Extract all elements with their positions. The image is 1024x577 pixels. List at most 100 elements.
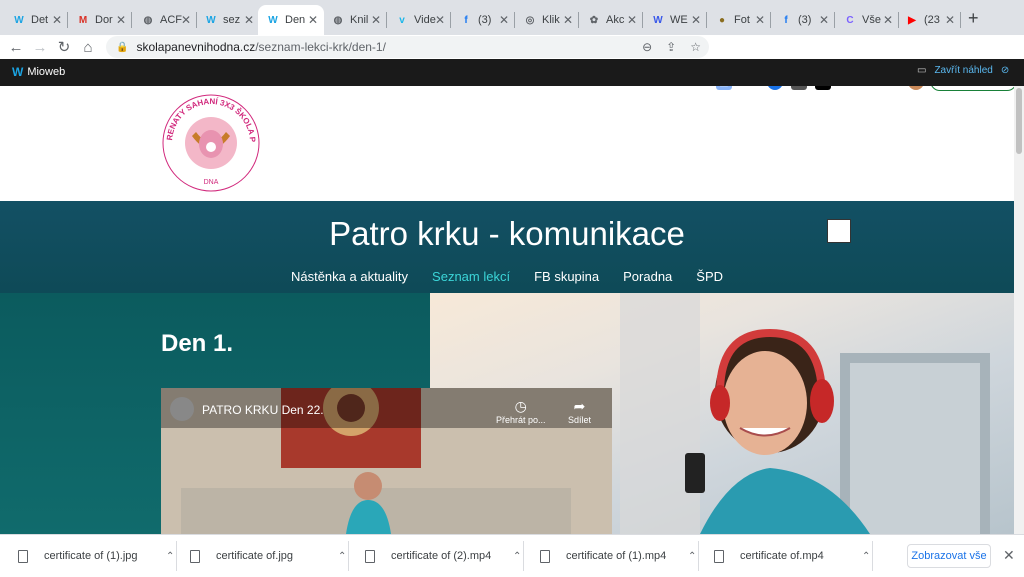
close-tab-icon[interactable]: ✕ <box>116 13 126 27</box>
page-scrollbar[interactable] <box>1014 86 1024 534</box>
tab[interactable]: ◍ ACF ✕ <box>133 5 197 35</box>
download-item[interactable]: certificate of (1).jpg ⌃ <box>18 535 178 577</box>
tab[interactable]: ◍ Knil ✕ <box>323 5 387 35</box>
preview-controls: ▭ Zavřít náhled ⊘ <box>917 65 1009 76</box>
chevron-up-icon[interactable]: ⌃ <box>862 551 870 562</box>
download-item[interactable]: certificate of.jpg ⌃ <box>190 535 350 577</box>
user-avatar[interactable] <box>827 219 851 243</box>
file-icon <box>540 549 550 563</box>
close-tab-icon[interactable]: ✕ <box>308 13 318 27</box>
tab[interactable]: ✿ Akc ✕ <box>579 5 643 35</box>
address-bar[interactable]: 🔒 skolapanevnihodna.cz/seznam-lekci-krk/… <box>106 36 709 58</box>
tab[interactable]: f (3) ✕ <box>451 5 515 35</box>
home-button[interactable]: ⌂ <box>76 39 100 56</box>
mioweb-icon: W <box>12 65 24 79</box>
download-item[interactable]: certificate of (1).mp4 ⌃ <box>540 535 700 577</box>
chevron-up-icon[interactable]: ⌃ <box>513 551 521 562</box>
tab[interactable]: v Vide ✕ <box>387 5 451 35</box>
close-tab-icon[interactable]: ✕ <box>945 13 955 27</box>
globe-icon: ◍ <box>333 14 343 26</box>
file-icon <box>714 549 724 563</box>
tab-separator <box>131 12 132 28</box>
nav-item[interactable]: Seznam lekcí <box>432 269 510 284</box>
tab[interactable]: W Det ✕ <box>4 5 68 35</box>
bookmark-star-icon[interactable]: ☆ <box>690 40 701 54</box>
tab[interactable]: ▶ (23 ✕ <box>897 5 961 35</box>
page-content: RENATY SAHANÍ 3X3 ŠKOLA PÁNEVNÍHO DNA DN… <box>0 86 1014 534</box>
zoom-icon[interactable]: ⊖ <box>642 40 652 54</box>
nav-item[interactable]: FB skupina <box>534 269 599 284</box>
close-tab-icon[interactable]: ✕ <box>181 13 191 27</box>
new-tab-button[interactable]: + <box>968 8 979 29</box>
close-tab-icon[interactable]: ✕ <box>371 13 381 27</box>
tab[interactable]: f (3) ✕ <box>771 5 835 35</box>
file-icon <box>365 549 375 563</box>
video-player[interactable]: PATRO KRKU Den 22. ◷ Přehrát po... ➦ Sdíle… <box>161 388 612 534</box>
lesson-heading: Den 1. <box>161 330 234 357</box>
chevron-up-icon[interactable]: ⌃ <box>688 551 696 562</box>
nav-item[interactable]: Nástěnka a aktuality <box>291 269 408 284</box>
mioweb-icon: W <box>268 14 278 26</box>
download-filename: certificate of (1).mp4 <box>566 550 667 562</box>
reload-button[interactable]: ↻ <box>52 38 76 56</box>
school-logo[interactable]: RENATY SAHANÍ 3X3 ŠKOLA PÁNEVNÍHO DNA DN… <box>160 92 262 194</box>
nav-item[interactable]: Poradna <box>623 269 672 284</box>
file-icon <box>190 549 200 563</box>
close-tab-icon[interactable]: ✕ <box>244 13 254 27</box>
close-tab-icon[interactable]: ✕ <box>435 13 445 27</box>
wordpress-icon: W <box>653 14 663 26</box>
facebook-icon: f <box>784 14 788 26</box>
tab[interactable]: W WE ✕ <box>643 5 707 35</box>
back-button[interactable]: ← <box>4 39 28 56</box>
main-nav: Nástěnka a aktuality Seznam lekcí FB skupi… <box>0 269 1014 284</box>
tab-separator <box>960 12 961 28</box>
download-separator <box>176 541 177 571</box>
download-item[interactable]: certificate of.mp4 ⌃ <box>714 535 874 577</box>
close-tab-icon[interactable]: ✕ <box>563 13 573 27</box>
close-tab-icon[interactable]: ✕ <box>819 13 829 27</box>
chevron-up-icon[interactable]: ⌃ <box>166 551 174 562</box>
tab[interactable]: ● Fot ✕ <box>707 5 771 35</box>
tab[interactable]: Wsez ✕ <box>196 5 260 35</box>
forward-button[interactable]: → <box>28 39 52 56</box>
close-tab-icon[interactable]: ✕ <box>627 13 637 27</box>
tab[interactable]: ◎ Klik ✕ <box>515 5 579 35</box>
download-shelf: Zobrazovat vše ✕ certificate of (1).jpg ⌃… <box>0 534 1024 576</box>
share-button[interactable]: ➦ Sdílet <box>568 398 591 425</box>
vimeo-icon: v <box>399 14 405 26</box>
clock-icon: ◷ <box>514 398 527 414</box>
download-separator <box>872 541 873 571</box>
share-arrow-icon: ➦ <box>573 398 586 414</box>
browser-toolbar: ← → ↻ ⌂ 🔒 skolapanevnihodna.cz/seznam-le… <box>0 35 1024 91</box>
chevron-up-icon[interactable]: ⌃ <box>338 551 346 562</box>
download-separator <box>348 541 349 571</box>
scrollbar-thumb[interactable] <box>1016 88 1022 154</box>
close-tab-icon[interactable]: ✕ <box>691 13 701 27</box>
mioweb-icon: W <box>14 14 24 26</box>
tab-strip: + W Det ✕ M Dor ✕ ◍ ACF ✕ Wsez ✕ W Den ✕ ◍ Knil ✕ v Vide ✕ f… <box>0 0 1024 35</box>
show-all-downloads-button[interactable]: Zobrazovat vše <box>907 544 991 568</box>
close-tab-icon[interactable]: ✕ <box>499 13 509 27</box>
page-title: Patro krku - komunikace <box>329 215 685 252</box>
close-preview-link[interactable]: Zavřít náhled <box>934 65 992 76</box>
mioweb-bar: W Mioweb ▭ Zavřít náhled ⊘ <box>0 59 1024 86</box>
eye-off-icon[interactable]: ⊘ <box>1001 65 1009 76</box>
nav-item[interactable]: ŠPD <box>696 269 723 284</box>
tab[interactable]: W Den ✕ <box>258 5 324 35</box>
mioweb-logo[interactable]: W Mioweb <box>12 65 65 79</box>
close-tab-icon[interactable]: ✕ <box>755 13 765 27</box>
download-separator <box>698 541 699 571</box>
klik-icon: ◎ <box>525 14 535 26</box>
video-title[interactable]: PATRO KRKU Den 22. <box>202 403 324 417</box>
close-tab-icon[interactable]: ✕ <box>883 13 893 27</box>
tab[interactable]: C Vše ✕ <box>835 5 899 35</box>
mioweb-icon: W <box>206 14 216 26</box>
lock-icon: 🔒 <box>116 41 129 53</box>
close-download-shelf-icon[interactable]: ✕ <box>1003 547 1015 564</box>
watch-later-button[interactable]: ◷ Přehrát po... <box>496 398 546 425</box>
download-item[interactable]: certificate of (2).mp4 ⌃ <box>365 535 525 577</box>
tab[interactable]: M Dor ✕ <box>68 5 132 35</box>
monitor-icon[interactable]: ▭ <box>917 65 926 76</box>
share-icon[interactable]: ⇪ <box>666 40 676 54</box>
close-tab-icon[interactable]: ✕ <box>52 13 62 27</box>
